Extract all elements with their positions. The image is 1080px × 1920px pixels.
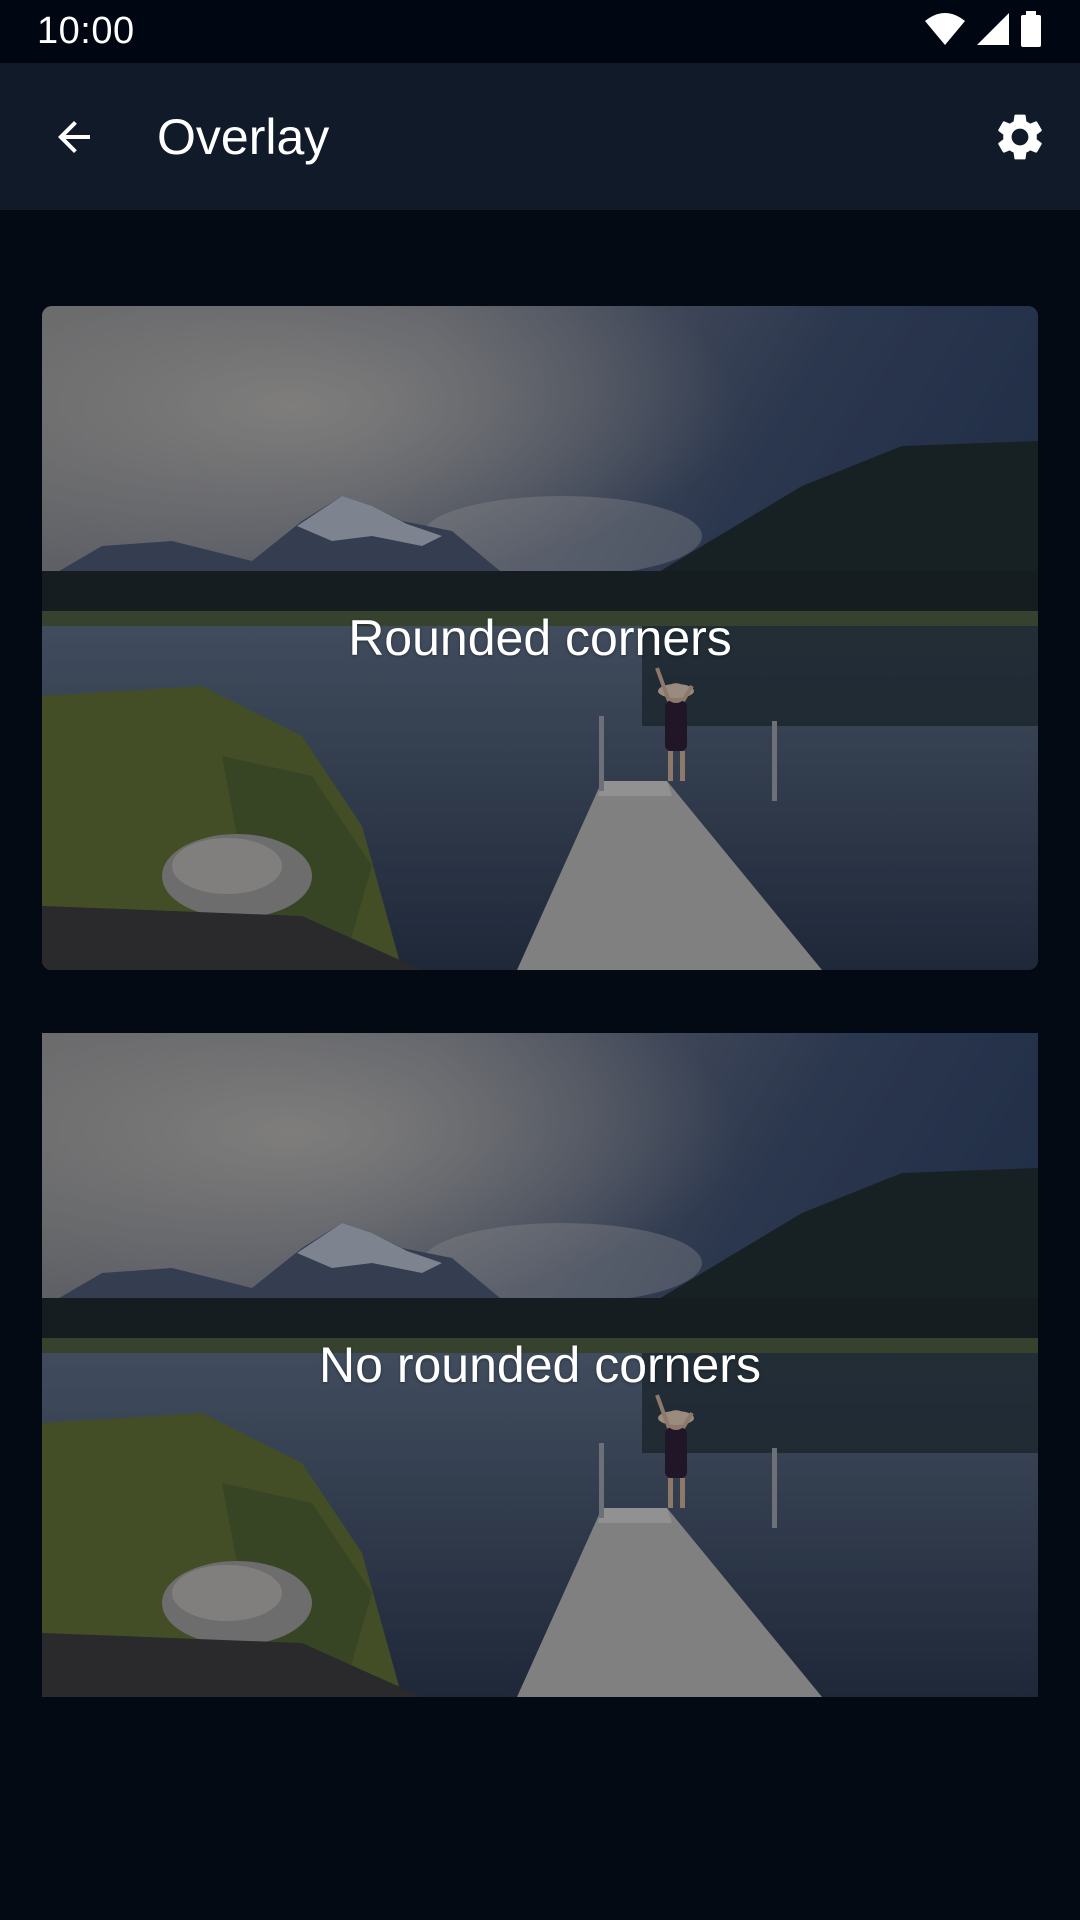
card-label: Rounded corners	[348, 610, 732, 666]
gear-icon	[998, 114, 1042, 160]
battery-icon	[1020, 10, 1042, 52]
back-button[interactable]	[36, 99, 112, 175]
page-title: Overlay	[157, 109, 330, 165]
status-time: 10:00	[37, 10, 135, 52]
app-bar: Overlay	[0, 63, 1080, 210]
card-label: No rounded corners	[319, 1337, 761, 1393]
status-bar: 10:00	[0, 0, 1080, 63]
status-icons	[924, 10, 1042, 52]
overlay-card-rounded[interactable]: Rounded corners	[42, 306, 1038, 970]
wifi-icon	[924, 12, 966, 51]
arrow-back-icon	[58, 121, 90, 153]
settings-button[interactable]	[980, 97, 1060, 177]
cellular-signal-icon	[976, 12, 1010, 51]
overlay-screen: 10:00 Overlay Rounded corners No rounded…	[0, 0, 1080, 1920]
overlay-card-square[interactable]: No rounded corners	[42, 1033, 1038, 1697]
